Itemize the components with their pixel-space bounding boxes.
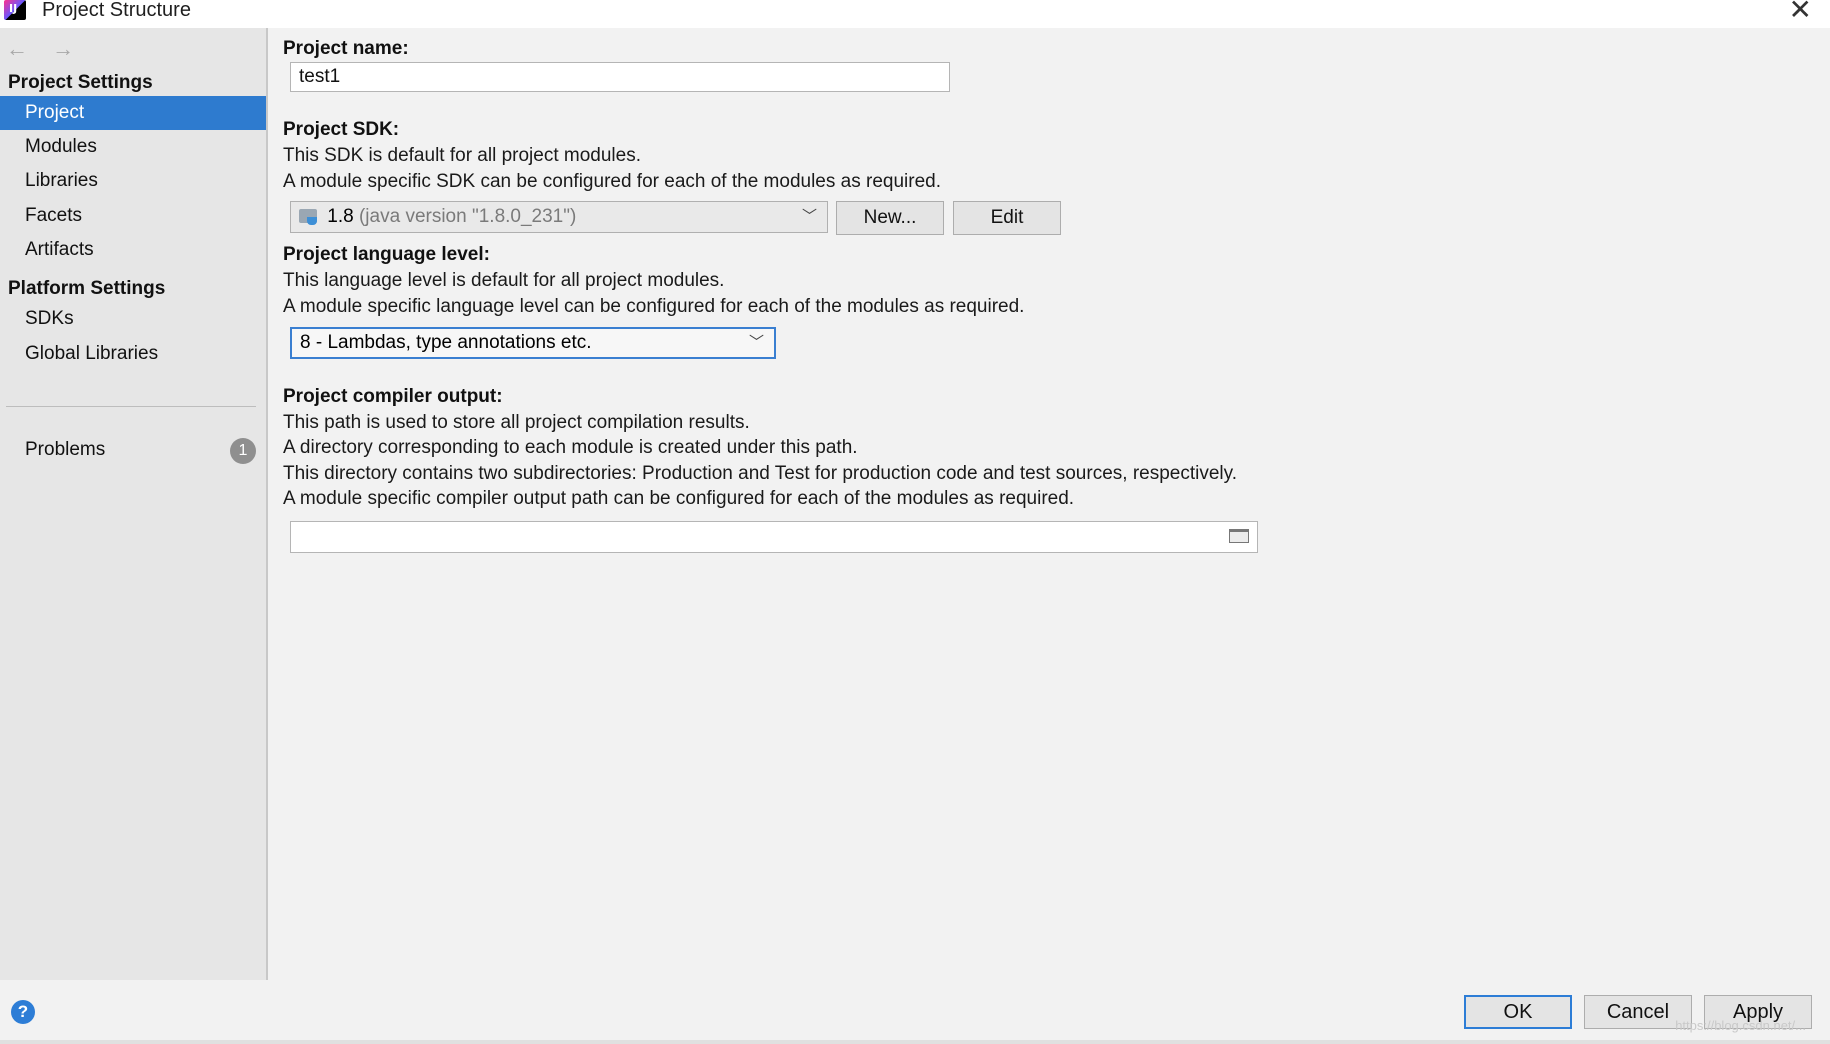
browse-folder-icon[interactable]	[1229, 529, 1249, 543]
sidebar-item-label: Libraries	[25, 170, 98, 191]
project-sdk-dropdown[interactable]: 1.8 (java version "1.8.0_231") ﹀	[290, 201, 828, 233]
compiler-output-desc-4: A module specific compiler output path c…	[283, 488, 1075, 509]
edit-sdk-button-label: Edit	[990, 207, 1024, 228]
platform-settings-header: Platform Settings	[8, 278, 166, 299]
problems-count-badge: 1	[230, 438, 256, 464]
title-bar: Project Structure ✕	[0, 0, 1830, 28]
ok-button[interactable]: OK	[1464, 995, 1572, 1029]
jdk-folder-icon	[299, 209, 317, 225]
ok-button-label: OK	[1503, 1001, 1533, 1023]
project-name-label: Project name:	[283, 38, 409, 59]
sidebar-item-label: Facets	[25, 205, 83, 226]
compiler-output-path-field[interactable]	[290, 521, 1258, 553]
new-sdk-button-label: New...	[863, 207, 917, 228]
sidebar-item-label: Problems	[25, 439, 106, 460]
compiler-output-desc-1: This path is used to store all project c…	[283, 412, 750, 433]
compiler-output-desc-3: This directory contains two subdirectori…	[283, 463, 1237, 484]
sdk-selected-detail: (java version "1.8.0_231")	[358, 206, 577, 227]
compiler-output-label: Project compiler output:	[283, 386, 503, 407]
project-settings-header: Project Settings	[8, 72, 153, 93]
nav-arrows: ← →	[6, 36, 92, 62]
sidebar-divider	[6, 406, 256, 407]
watermark-text: https://blog.csdn.net/...	[1675, 1018, 1806, 1033]
sdk-selected-version: 1.8	[327, 206, 354, 227]
sidebar-item-modules[interactable]: Modules	[0, 130, 266, 164]
sidebar-item-artifacts[interactable]: Artifacts	[0, 233, 266, 267]
language-level-selected: 8 - Lambdas, type annotations etc.	[300, 332, 592, 353]
sidebar-item-label: Modules	[25, 136, 97, 157]
close-icon[interactable]: ✕	[1789, 0, 1812, 24]
forward-arrow-icon[interactable]: →	[52, 36, 74, 61]
chevron-down-icon: ﹀	[748, 334, 764, 351]
sidebar-item-problems[interactable]: Problems 1	[0, 433, 266, 467]
sidebar-item-project[interactable]: Project	[0, 96, 266, 130]
main-panel: Project name: Project SDK: This SDK is d…	[268, 28, 1830, 980]
window-title: Project Structure	[42, 0, 191, 21]
intellij-logo-icon	[4, 0, 26, 20]
sidebar-item-label: SDKs	[25, 308, 74, 329]
sidebar-item-facets[interactable]: Facets	[0, 199, 266, 233]
sidebar-item-sdks[interactable]: SDKs	[0, 302, 266, 336]
project-sdk-label: Project SDK:	[283, 119, 400, 140]
project-structure-dialog: Project Structure ✕ ← → Project Settings…	[0, 0, 1830, 1044]
edit-sdk-button[interactable]: Edit	[953, 201, 1061, 235]
project-sdk-desc-2: A module specific SDK can be configured …	[283, 171, 941, 192]
chevron-down-icon: ﹀	[801, 208, 817, 225]
language-level-dropdown[interactable]: 8 - Lambdas, type annotations etc. ﹀	[290, 327, 776, 359]
project-name-input[interactable]	[290, 62, 950, 92]
sidebar: ← → Project Settings Project Modules Lib…	[0, 28, 268, 980]
bottom-border	[0, 1040, 1830, 1044]
language-level-desc-2: A module specific language level can be …	[283, 296, 1025, 317]
language-level-desc-1: This language level is default for all p…	[283, 270, 725, 291]
sidebar-item-libraries[interactable]: Libraries	[0, 164, 266, 198]
sidebar-item-label: Artifacts	[25, 239, 94, 260]
language-level-label: Project language level:	[283, 244, 490, 265]
sidebar-item-label: Project	[25, 102, 85, 123]
compiler-output-desc-2: A directory corresponding to each module…	[283, 437, 858, 458]
new-sdk-button[interactable]: New...	[836, 201, 944, 235]
sidebar-item-label: Global Libraries	[25, 343, 159, 364]
sidebar-item-global-libraries[interactable]: Global Libraries	[0, 337, 266, 371]
help-icon[interactable]: ?	[11, 1000, 35, 1024]
back-arrow-icon[interactable]: ←	[6, 36, 28, 61]
cancel-button-label: Cancel	[1606, 1001, 1670, 1023]
project-sdk-desc-1: This SDK is default for all project modu…	[283, 145, 641, 166]
